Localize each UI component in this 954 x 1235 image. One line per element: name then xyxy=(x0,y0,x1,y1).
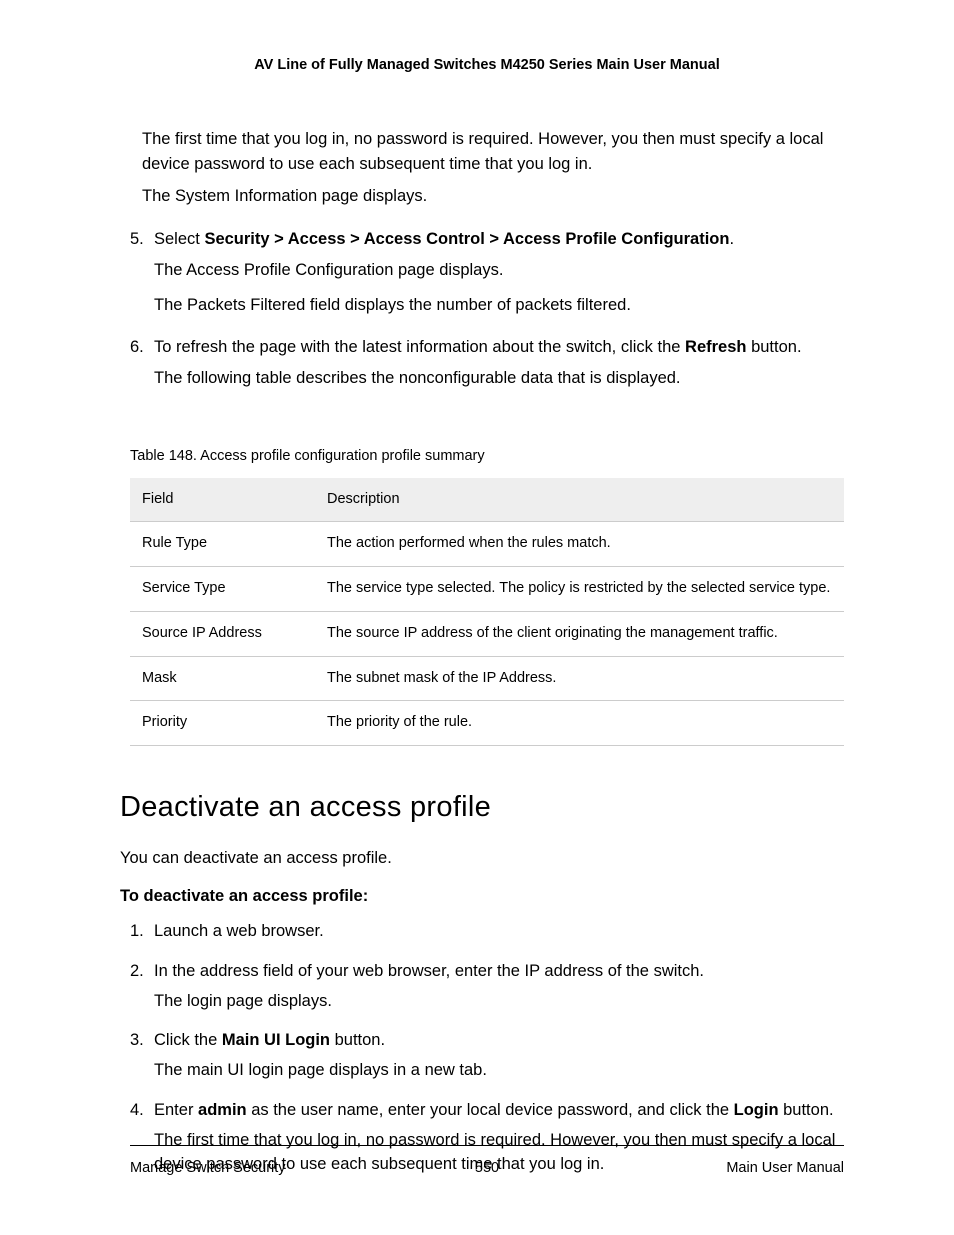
footer-left: Manage Switch Security xyxy=(130,1158,286,1180)
refresh-word: Refresh xyxy=(685,338,746,356)
step-6-text-a: To refresh the page with the latest info… xyxy=(154,338,685,356)
login-bold: Login xyxy=(734,1101,779,1119)
nav-path-dot: . xyxy=(729,230,734,248)
proc-step-3-after: The main UI login page displays in a new… xyxy=(154,1058,844,1083)
main-ui-login-bold: Main UI Login xyxy=(222,1031,330,1049)
select-word: Select xyxy=(154,230,204,248)
step-number: 2. xyxy=(130,959,144,984)
table-row: Priority The priority of the rule. xyxy=(130,701,844,746)
step-number: 1. xyxy=(130,919,144,944)
section-heading: Deactivate an access profile xyxy=(120,786,844,830)
table-cell-field: Mask xyxy=(130,656,315,701)
table-row: Service Type The service type selected. … xyxy=(130,567,844,612)
table-caption: Table 148. Access profile configuration … xyxy=(130,446,844,468)
table-header-desc: Description xyxy=(315,478,844,522)
proc-step-1: 1. Launch a web browser. xyxy=(130,919,844,944)
step-6-text-b: button. xyxy=(746,338,801,356)
table-header-row: Field Description xyxy=(130,478,844,522)
proc-step-3-pre: Click the xyxy=(154,1031,222,1049)
proc-step-3-post: button. xyxy=(330,1031,385,1049)
table-row: Source IP Address The source IP address … xyxy=(130,611,844,656)
sys-info-note: The System Information page displays. xyxy=(142,184,844,209)
table-cell-field: Priority xyxy=(130,701,315,746)
table-cell-desc: The action performed when the rules matc… xyxy=(315,522,844,567)
section-intro: You can deactivate an access profile. xyxy=(120,846,844,871)
step-number: 3. xyxy=(130,1028,144,1053)
proc-step-3-line: Click the Main UI Login button. xyxy=(154,1028,844,1053)
table-cell-desc: The priority of the rule. xyxy=(315,701,844,746)
step-5-line1: Select Security > Access > Access Contro… xyxy=(154,227,844,252)
table-cell-field: Source IP Address xyxy=(130,611,315,656)
proc-step-4-b: as the user name, enter your local devic… xyxy=(247,1101,734,1119)
proc-step-1-text: Launch a web browser. xyxy=(154,919,844,944)
profile-summary-table: Field Description Rule Type The action p… xyxy=(130,478,844,747)
step-6-after: The following table describes the noncon… xyxy=(154,366,844,391)
continuing-steps: 5. Select Security > Access > Access Con… xyxy=(130,227,844,391)
step-5: 5. Select Security > Access > Access Con… xyxy=(130,227,844,317)
procedure-title: To deactivate an access profile: xyxy=(120,884,844,909)
table-header-field: Field xyxy=(130,478,315,522)
table-row: Rule Type The action performed when the … xyxy=(130,522,844,567)
document-header: AV Line of Fully Managed Switches M4250 … xyxy=(130,55,844,77)
proc-step-2: 2. In the address field of your web brow… xyxy=(130,959,844,1014)
table-cell-field: Service Type xyxy=(130,567,315,612)
table-cell-desc: The source IP address of the client orig… xyxy=(315,611,844,656)
table-row: Mask The subnet mask of the IP Address. xyxy=(130,656,844,701)
procedure-steps: 1. Launch a web browser. 2. In the addre… xyxy=(130,919,844,1177)
top-indented-block: The first time that you log in, no passw… xyxy=(142,127,844,209)
page-footer: Manage Switch Security 550 Main User Man… xyxy=(130,1145,844,1180)
step-6: 6. To refresh the page with the latest i… xyxy=(130,335,844,391)
proc-step-2-text: In the address field of your web browser… xyxy=(154,959,844,984)
table-cell-desc: The subnet mask of the IP Address. xyxy=(315,656,844,701)
proc-step-4-a: Enter xyxy=(154,1101,198,1119)
footer-right: Main User Manual xyxy=(726,1158,844,1180)
step-6-line1: To refresh the page with the latest info… xyxy=(154,335,844,360)
proc-step-3: 3. Click the Main UI Login button. The m… xyxy=(130,1028,844,1083)
step-number: 4. xyxy=(130,1098,144,1123)
step-5-after1: The Access Profile Configuration page di… xyxy=(154,258,844,283)
nav-path: Security > Access > Access Control > Acc… xyxy=(204,230,729,248)
proc-step-4-c: button. xyxy=(779,1101,834,1119)
page-content: The first time that you log in, no passw… xyxy=(130,127,844,1177)
table-cell-desc: The service type selected. The policy is… xyxy=(315,567,844,612)
first-login-note: The first time that you log in, no passw… xyxy=(142,127,844,177)
table-cell-field: Rule Type xyxy=(130,522,315,567)
step-number: 5. xyxy=(130,227,144,252)
footer-page-number: 550 xyxy=(475,1158,499,1180)
step-number: 6. xyxy=(130,335,144,360)
admin-bold: admin xyxy=(198,1101,247,1119)
proc-step-4-line: Enter admin as the user name, enter your… xyxy=(154,1098,844,1123)
proc-step-2-after: The login page displays. xyxy=(154,989,844,1014)
step-5-after2: The Packets Filtered field displays the … xyxy=(154,293,844,318)
